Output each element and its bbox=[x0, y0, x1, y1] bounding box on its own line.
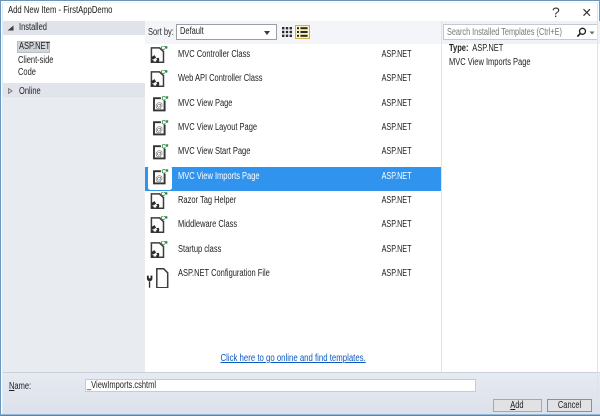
svg-text:@: @ bbox=[155, 101, 163, 110]
svg-text:@: @ bbox=[155, 149, 163, 158]
svg-text:@: @ bbox=[155, 174, 163, 183]
svg-text:@: @ bbox=[155, 125, 163, 134]
